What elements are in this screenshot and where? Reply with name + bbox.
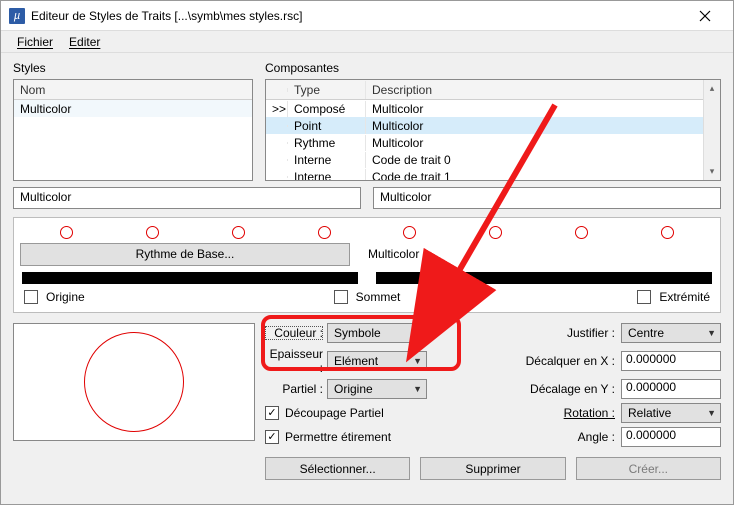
components-list[interactable]: Type Description >> Composé Multicolor P… xyxy=(265,79,721,181)
chevron-down-icon: ▼ xyxy=(707,408,716,418)
segment-bar xyxy=(22,272,358,284)
circle-icon xyxy=(146,226,159,239)
components-row[interactable]: Interne Code de trait 1 xyxy=(266,168,703,180)
components-col-type[interactable]: Type xyxy=(288,81,366,99)
chevron-down-icon: ▼ xyxy=(413,356,422,366)
circle-icon xyxy=(318,226,331,239)
justify-select[interactable]: Centre▼ xyxy=(621,323,721,343)
justify-label: Justifier : xyxy=(521,326,615,340)
window-title: Editeur de Styles de Traits [...\symb\me… xyxy=(31,9,685,23)
components-col-chevron[interactable] xyxy=(266,88,288,92)
point-preview xyxy=(13,323,255,441)
circle-icon xyxy=(403,226,416,239)
app-icon: µ xyxy=(9,8,25,24)
titlebar: µ Editeur de Styles de Traits [...\symb\… xyxy=(1,1,733,31)
chevron-down-icon: ▼ xyxy=(707,328,716,338)
circle-icon xyxy=(661,226,674,239)
extremity-checkbox[interactable] xyxy=(637,290,651,304)
offset-x-input[interactable]: 0.000000 xyxy=(621,351,721,371)
partial-clip-label: Découpage Partiel xyxy=(285,406,384,420)
offset-x-label: Décalquer en X : xyxy=(521,354,615,368)
angle-label: Angle : xyxy=(521,430,615,444)
components-row[interactable]: Rythme Multicolor xyxy=(266,134,703,151)
strip-name-label: Multicolor xyxy=(368,247,419,261)
offset-y-input[interactable]: 0.000000 xyxy=(621,379,721,399)
allow-stretch-label: Permettre étirement xyxy=(285,430,391,444)
scroll-down-icon[interactable]: ▾ xyxy=(705,163,720,180)
summit-label: Sommet xyxy=(356,290,401,304)
circle-icon xyxy=(84,332,184,432)
create-button[interactable]: Créer... xyxy=(576,457,721,480)
styles-list[interactable]: Nom Multicolor xyxy=(13,79,253,181)
rotation-select[interactable]: Relative▼ xyxy=(621,403,721,423)
allow-stretch-checkbox[interactable] xyxy=(265,430,279,444)
components-row[interactable]: Point Multicolor xyxy=(266,117,703,134)
components-label: Composantes xyxy=(265,61,721,75)
circle-icon xyxy=(575,226,588,239)
delete-button[interactable]: Supprimer xyxy=(420,457,565,480)
circle-icon xyxy=(60,226,73,239)
thickness-select[interactable]: Elément▼ xyxy=(327,351,427,371)
origin-label: Origine xyxy=(46,290,85,304)
chevron-down-icon: ▼ xyxy=(413,328,422,338)
menu-edit[interactable]: Editer xyxy=(63,33,106,50)
partial-select[interactable]: Origine▼ xyxy=(327,379,427,399)
styles-name-field[interactable]: Multicolor xyxy=(13,187,361,209)
components-name-field[interactable]: Multicolor xyxy=(373,187,721,209)
thickness-label: Epaisseur : xyxy=(265,347,323,375)
summit-checkbox[interactable] xyxy=(334,290,348,304)
color-select[interactable]: Symbole▼ xyxy=(327,323,427,343)
color-label: Couleur : xyxy=(265,326,323,340)
circle-icon xyxy=(232,226,245,239)
base-rhythm-button[interactable]: Rythme de Base... xyxy=(20,243,350,266)
menubar: Fichier Editer xyxy=(1,31,733,53)
offset-y-label: Décalage en Y : xyxy=(521,382,615,396)
extremity-label: Extrémité xyxy=(659,290,710,304)
menu-file[interactable]: Fichier xyxy=(11,33,59,50)
components-scrollbar[interactable]: ▴ ▾ xyxy=(703,80,720,180)
styles-col-name[interactable]: Nom xyxy=(14,81,252,99)
scroll-up-icon[interactable]: ▴ xyxy=(705,80,720,97)
components-row[interactable]: >> Composé Multicolor xyxy=(266,100,703,117)
chevron-down-icon: ▼ xyxy=(413,384,422,394)
preview-strip: Rythme de Base... Multicolor Origine Som… xyxy=(13,217,721,313)
symbol-preview xyxy=(14,222,720,242)
segment-bar xyxy=(376,272,712,284)
circle-icon xyxy=(489,226,502,239)
styles-label: Styles xyxy=(13,61,253,75)
angle-input[interactable]: 0.000000 xyxy=(621,427,721,447)
styles-row[interactable]: Multicolor xyxy=(14,100,252,117)
components-row[interactable]: Interne Code de trait 0 xyxy=(266,151,703,168)
close-icon[interactable] xyxy=(685,3,725,29)
partial-clip-checkbox[interactable] xyxy=(265,406,279,420)
select-button[interactable]: Sélectionner... xyxy=(265,457,410,480)
components-col-desc[interactable]: Description xyxy=(366,81,703,99)
rotation-label: Rotation : xyxy=(521,406,615,420)
partial-label: Partiel : xyxy=(265,382,323,396)
origin-checkbox[interactable] xyxy=(24,290,38,304)
